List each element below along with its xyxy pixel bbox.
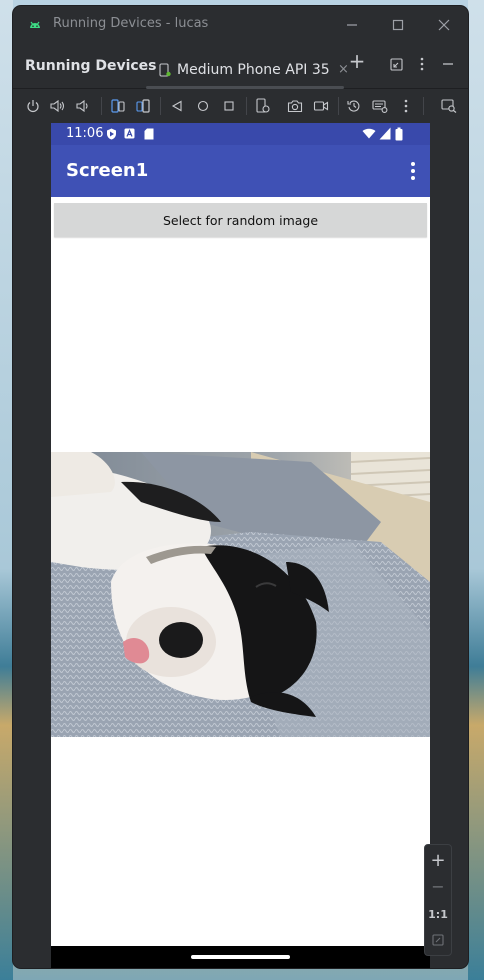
phone-settings-icon: [256, 98, 270, 113]
running-devices-window: Running Devices - lucas Running Devices …: [13, 6, 468, 968]
back-triangle-icon: [171, 100, 182, 112]
maximize-button[interactable]: [388, 15, 408, 35]
zoom-in-button[interactable]: +: [425, 849, 451, 871]
more-options-button[interactable]: [414, 56, 430, 72]
font-notification-icon: [124, 128, 135, 139]
toolbar-separator: [101, 97, 102, 115]
desktop-wallpaper-right: [468, 0, 484, 980]
window-title: Running Devices - lucas: [53, 16, 209, 31]
snapshot-history-button[interactable]: [345, 97, 363, 115]
device-mirror-search-button[interactable]: [440, 97, 458, 115]
app-toolbar: Screen1: [51, 145, 430, 197]
sd-card-icon: [144, 128, 154, 140]
overflow-menu-icon[interactable]: [410, 161, 416, 181]
status-time: 11:06: [66, 126, 104, 141]
power-button[interactable]: [24, 97, 42, 115]
zoom-fit-button[interactable]: [425, 929, 451, 951]
desktop-wallpaper-left: [0, 0, 13, 980]
minimize-button[interactable]: [342, 15, 362, 35]
device-display-area: 11:06 Screen1 Select for random image + …: [13, 122, 468, 968]
back-button[interactable]: [168, 97, 186, 115]
volume-up-icon: [50, 99, 65, 113]
rotate-right-button[interactable]: [134, 97, 152, 115]
maximize-icon: [392, 19, 404, 31]
volume-down-icon: [76, 99, 88, 113]
tab-bar: Running Devices Medium Phone API 35 × +: [13, 44, 468, 89]
play-protect-icon: [107, 128, 116, 140]
tab-medium-phone[interactable]: Medium Phone API 35 ×: [145, 50, 349, 86]
android-status-bar: 11:06: [51, 123, 430, 145]
toolbar-separator: [160, 97, 161, 115]
keyboard-settings-button[interactable]: [371, 97, 389, 115]
random-image-button[interactable]: Select for random image: [54, 203, 427, 237]
gesture-handle[interactable]: [191, 955, 290, 959]
float-window-button[interactable]: [388, 56, 404, 72]
app-title: Screen1: [66, 160, 149, 181]
android-studio-icon: [30, 21, 40, 28]
cellular-signal-icon: [379, 127, 391, 140]
toolbar-separator: [338, 97, 339, 115]
rotate-right-icon: [136, 99, 150, 113]
zoom-out-button[interactable]: −: [425, 875, 451, 897]
add-device-button[interactable]: +: [348, 49, 366, 73]
panel-title: Running Devices: [25, 58, 157, 74]
fit-screen-icon: [432, 934, 444, 946]
rotate-left-icon: [111, 99, 125, 113]
screen-record-button[interactable]: [312, 97, 330, 115]
toolbar-more-button[interactable]: [397, 97, 415, 115]
toolbar-separator: [423, 97, 424, 115]
overview-button[interactable]: [220, 97, 238, 115]
device-settings-button[interactable]: [254, 97, 272, 115]
device-tab-label: Medium Phone API 35: [177, 62, 330, 78]
home-button[interactable]: [194, 97, 212, 115]
android-navigation-bar: [51, 946, 430, 968]
hide-panel-button[interactable]: [440, 56, 456, 72]
power-icon: [27, 100, 39, 113]
device-tab-icon: [159, 63, 171, 77]
title-bar[interactable]: Running Devices - lucas: [13, 6, 468, 44]
float-window-icon: [389, 57, 403, 71]
keyboard-gear-icon: [372, 100, 388, 113]
volume-up-button[interactable]: [49, 97, 67, 115]
device-search-icon: [441, 99, 457, 113]
overview-square-icon: [224, 101, 234, 111]
wifi-icon: [362, 128, 376, 139]
volume-down-button[interactable]: [74, 97, 92, 115]
screenshot-button[interactable]: [286, 97, 304, 115]
dog-photo: [51, 452, 430, 737]
more-vertical-icon: [420, 57, 424, 71]
battery-icon: [395, 127, 403, 141]
history-icon: [347, 100, 360, 112]
phone-screen[interactable]: 11:06 Screen1 Select for random image: [51, 123, 430, 968]
device-toolbar: [13, 89, 468, 121]
close-button[interactable]: [434, 15, 454, 35]
minimize-panel-icon: [443, 63, 453, 65]
minimize-icon: [347, 24, 357, 26]
close-icon: [438, 19, 450, 31]
zoom-controls: + − 1:1: [424, 844, 452, 956]
zoom-actual-size-button[interactable]: 1:1: [425, 903, 451, 925]
dog-photo-image: [51, 452, 430, 737]
video-camera-icon: [313, 101, 329, 111]
rotate-left-button[interactable]: [109, 97, 127, 115]
camera-icon: [287, 100, 303, 113]
toolbar-separator: [246, 97, 247, 115]
more-vertical-icon: [404, 99, 408, 113]
home-circle-icon: [197, 100, 209, 112]
